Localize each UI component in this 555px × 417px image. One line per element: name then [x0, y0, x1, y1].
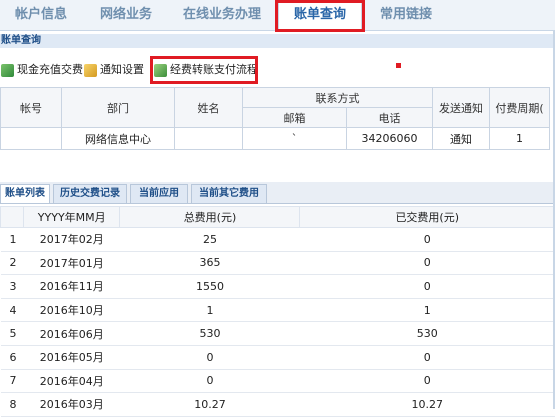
table-row[interactable]: 8 2016年03月 10.27 10.27: [0, 392, 555, 417]
row-total: 0: [119, 345, 300, 370]
cell-account: [0, 127, 62, 150]
cell-email: `: [242, 127, 347, 150]
table-row[interactable]: 5 2016年06月 530 530: [0, 321, 555, 346]
row-index: 1: [0, 227, 24, 252]
recharge-label: 现金充值交费: [17, 63, 83, 76]
notify-label: 通知设置: [100, 63, 144, 76]
row-paid: 0: [299, 251, 555, 276]
header-account: 帐号: [0, 87, 62, 128]
table-row[interactable]: 1 2017年02月 25 0: [0, 227, 555, 252]
cell-send-notify[interactable]: 通知: [432, 127, 490, 150]
tab-other-fees[interactable]: 当前其它费用: [191, 184, 267, 203]
highlight-frame-bill-tab: [275, 0, 365, 32]
toolbar: 现金充值交费 通知设置 经费转账支付流程: [0, 55, 555, 85]
row-month: 2016年11月: [23, 274, 120, 299]
bill-table: YYYY年MM月 总费用(元) 已交费用(元) 1 2017年02月 25 0 2 20…: [0, 206, 555, 417]
header-send-notify: 发送通知: [432, 87, 490, 128]
row-month: 2016年04月: [23, 369, 120, 394]
tab-bill-list[interactable]: 账单列表: [0, 184, 50, 203]
table-row[interactable]: 3 2016年11月 1550 0: [0, 274, 555, 299]
notification-icon: [84, 63, 97, 77]
row-index: 7: [0, 369, 24, 394]
table-row[interactable]: 4 2016年10月 1 1: [0, 298, 555, 323]
row-total: 1550: [119, 274, 300, 299]
row-month: 2016年06月: [23, 321, 120, 346]
notify-settings-button[interactable]: 通知设置: [84, 61, 144, 79]
cash-icon: [1, 63, 14, 77]
row-paid: 530: [299, 321, 555, 346]
row-paid: 0: [299, 369, 555, 394]
row-paid: 1: [299, 298, 555, 323]
table-row[interactable]: 6 2016年05月 0 0: [0, 345, 555, 370]
tab-current-apps[interactable]: 当前应用: [130, 184, 188, 203]
row-index: 6: [0, 345, 24, 370]
row-month: 2017年01月: [23, 251, 120, 276]
cell-name: [174, 127, 243, 150]
header-phone: 电话: [346, 107, 433, 128]
recharge-button[interactable]: 现金充值交费: [1, 61, 83, 79]
row-index: 3: [0, 274, 24, 299]
cell-dept: 网络信息中心: [61, 127, 175, 150]
highlight-frame-transfer: [150, 56, 258, 84]
row-total: 10.27: [119, 392, 300, 417]
header-email: 邮箱: [242, 107, 347, 128]
tab-account-info[interactable]: 帐户信息: [0, 0, 82, 30]
row-month: 2016年05月: [23, 345, 120, 370]
tab-network-business[interactable]: 网络业务: [86, 0, 166, 30]
row-total: 0: [119, 369, 300, 394]
header-contact: 联系方式: [242, 87, 433, 108]
header-total: 总费用(元): [119, 206, 301, 228]
row-month: 2016年10月: [23, 298, 120, 323]
row-total: 530: [119, 321, 300, 346]
account-info-table: 帐号 部门 姓名 联系方式 发送通知 付费周期( 邮箱 电话 网络信息中心 ` …: [0, 87, 550, 150]
tab-payment-history[interactable]: 历史交费记录: [53, 184, 127, 203]
row-index: 2: [0, 251, 24, 276]
row-total: 365: [119, 251, 300, 276]
row-index: 8: [0, 392, 24, 417]
cell-pay-cycle: 1: [489, 127, 550, 150]
header-dept: 部门: [61, 87, 175, 128]
header-index: [0, 206, 24, 228]
red-marker: [396, 63, 401, 68]
row-paid: 0: [299, 345, 555, 370]
row-total: 1: [119, 298, 300, 323]
tab-common-links[interactable]: 常用链接: [366, 0, 446, 30]
tab-online-services[interactable]: 在线业务办理: [172, 0, 272, 30]
row-paid: 10.27: [299, 392, 555, 417]
row-month: 2017年02月: [23, 227, 120, 252]
row-paid: 0: [299, 274, 555, 299]
row-month: 2016年03月: [23, 392, 120, 417]
row-index: 5: [0, 321, 24, 346]
row-index: 4: [0, 298, 24, 323]
header-pay-cycle: 付费周期(: [489, 87, 550, 128]
cell-phone: 34206060: [346, 127, 433, 150]
header-name: 姓名: [174, 87, 243, 128]
section-title: 账单查询: [0, 34, 555, 48]
table-row[interactable]: 7 2016年04月 0 0: [0, 369, 555, 394]
row-paid: 0: [299, 227, 555, 252]
row-total: 25: [119, 227, 300, 252]
header-paid: 已交费用(元): [299, 206, 555, 228]
header-month: YYYY年MM月: [22, 206, 121, 228]
bill-tabs: 账单列表 历史交费记录 当前应用 当前其它费用: [0, 182, 555, 204]
table-row[interactable]: 2 2017年01月 365 0: [0, 251, 555, 276]
